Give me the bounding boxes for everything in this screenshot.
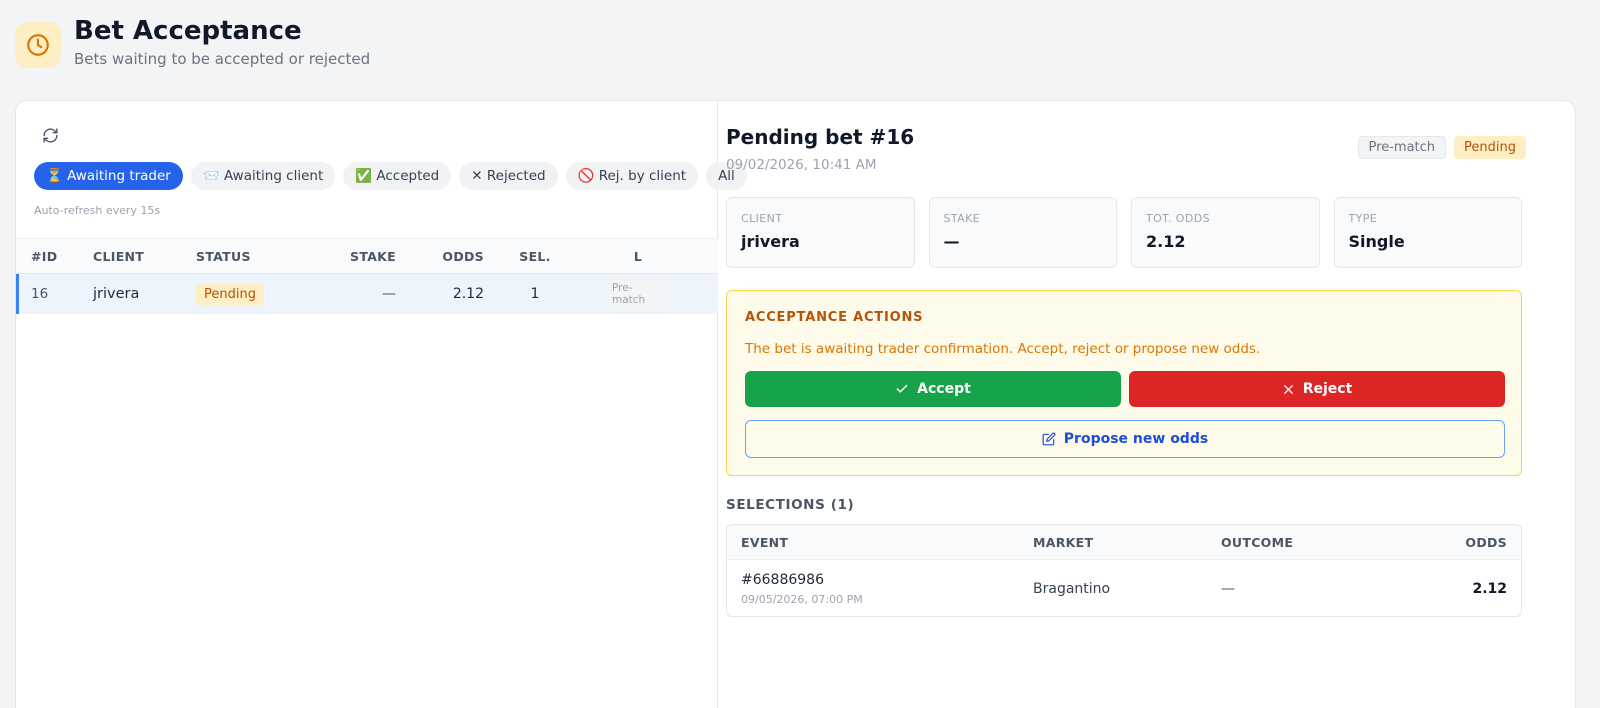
- event-date: 09/05/2026, 07:00 PM: [741, 592, 863, 606]
- column-header-type[interactable]: L: [606, 239, 670, 273]
- actions-title: ACCEPTANCE ACTIONS: [745, 310, 924, 325]
- stat-label: STAKE: [943, 212, 981, 225]
- stat-value: —: [943, 232, 960, 251]
- bet-type-badge: Pre-match: [1357, 136, 1447, 159]
- accept-button-label: Accept: [917, 381, 971, 397]
- bet-odds: 2.12: [452, 286, 484, 302]
- column-header-odds: ODDS: [1465, 534, 1507, 550]
- column-header-selections[interactable]: SEL.: [506, 239, 564, 273]
- bet-stats: CLIENT jrivera STAKE — TOT. ODDS 2.12 TY…: [726, 197, 1522, 268]
- main-card: ⏳ Awaiting trader 📨 Awaiting client ✅ Ac…: [15, 100, 1576, 708]
- column-header-outcome: OUTCOME: [1221, 534, 1294, 550]
- table-row[interactable]: 16 jrivera Pending — 2.12 1 Pre-match: [16, 274, 718, 314]
- bet-list-panel: ⏳ Awaiting trader 📨 Awaiting client ✅ Ac…: [16, 101, 747, 708]
- reject-button-label: Reject: [1302, 381, 1353, 397]
- propose-new-odds-button[interactable]: Propose new odds: [745, 420, 1505, 458]
- page-header: Bet Acceptance Bets waiting to be accept…: [15, 14, 370, 74]
- stat-value: Single: [1348, 232, 1405, 251]
- status-badge: Pending: [1454, 136, 1526, 159]
- filter-awaiting-trader[interactable]: ⏳ Awaiting trader: [34, 162, 183, 190]
- column-header-odds[interactable]: ODDS: [406, 239, 484, 273]
- stat-type: TYPE Single: [1333, 197, 1522, 268]
- selection-outcome: —: [1221, 580, 1235, 597]
- bet-client: jrivera: [93, 286, 140, 302]
- event-cell: #66886986 09/05/2026, 07:00 PM: [741, 560, 863, 616]
- status-badge: Pending: [196, 283, 264, 305]
- column-header-event: EVENT: [741, 534, 789, 550]
- bet-detail-panel: Pending bet #16 09/02/2026, 10:41 AM Pre…: [726, 101, 1526, 708]
- bet-detail-title: Pending bet #16: [726, 125, 915, 149]
- bet-id: 16: [31, 286, 49, 302]
- selections-table: EVENT MARKET OUTCOME ODDS #66886986 09/0…: [726, 524, 1522, 617]
- refresh-icon[interactable]: [38, 123, 62, 147]
- actions-description: The bet is awaiting trader confirmation.…: [745, 341, 1261, 357]
- stat-label: TYPE: [1348, 212, 1378, 225]
- bet-stake: —: [382, 286, 396, 302]
- event-id: #66886986: [741, 571, 824, 588]
- acceptance-actions-panel: ACCEPTANCE ACTIONS The bet is awaiting t…: [726, 290, 1522, 476]
- reject-button[interactable]: Reject: [1129, 371, 1505, 407]
- auto-refresh-note: Auto-refresh every 15s: [34, 204, 161, 217]
- stat-total-odds: TOT. ODDS 2.12: [1131, 197, 1320, 268]
- status-filter-chips: ⏳ Awaiting trader 📨 Awaiting client ✅ Ac…: [34, 162, 747, 190]
- column-header-client[interactable]: CLIENT: [93, 239, 144, 273]
- selections-title: SELECTIONS (1): [726, 497, 855, 513]
- bet-selections-count: 1: [530, 286, 540, 302]
- clock-icon: [15, 22, 61, 68]
- filter-awaiting-client[interactable]: 📨 Awaiting client: [190, 162, 336, 190]
- accept-button[interactable]: Accept: [745, 371, 1121, 407]
- column-header-status[interactable]: STATUS: [196, 239, 251, 273]
- stat-stake: STAKE —: [928, 197, 1117, 268]
- selection-market: Bragantino: [1033, 580, 1111, 597]
- selection-odds: 2.12: [1472, 580, 1507, 597]
- type-cell: Pre-match: [606, 274, 670, 314]
- column-header-stake[interactable]: STAKE: [316, 239, 396, 273]
- table-header: #ID CLIENT STATUS STAKE ODDS SEL. L: [16, 238, 718, 274]
- stat-label: TOT. ODDS: [1146, 212, 1210, 225]
- selections-header: EVENT MARKET OUTCOME ODDS: [727, 525, 1521, 560]
- check-icon: [896, 384, 908, 393]
- stat-value: jrivera: [741, 232, 800, 251]
- bet-detail-badges: Pre-match Pending: [1357, 136, 1526, 159]
- propose-button-label: Propose new odds: [1063, 431, 1209, 447]
- page-subtitle: Bets waiting to be accepted or rejected: [74, 50, 371, 68]
- edit-icon: [1042, 432, 1056, 446]
- status-cell: Pending: [196, 274, 264, 314]
- stat-value: 2.12: [1146, 232, 1186, 251]
- bet-detail-date: 09/02/2026, 10:41 AM: [726, 157, 877, 173]
- bet-type-badge: Pre-match: [606, 279, 670, 309]
- filter-rejected[interactable]: ✕ Rejected: [459, 162, 558, 190]
- stat-label: CLIENT: [741, 212, 783, 225]
- filter-accepted[interactable]: ✅ Accepted: [343, 162, 452, 190]
- stat-client: CLIENT jrivera: [726, 197, 915, 268]
- close-icon: [1283, 384, 1293, 394]
- filter-rejected-by-client[interactable]: 🚫 Rej. by client: [565, 162, 699, 190]
- column-header-market: MARKET: [1033, 534, 1094, 550]
- column-header-id[interactable]: #ID: [31, 239, 57, 273]
- page-title: Bet Acceptance: [74, 16, 302, 46]
- selection-row: #66886986 09/05/2026, 07:00 PM Bragantin…: [727, 560, 1521, 616]
